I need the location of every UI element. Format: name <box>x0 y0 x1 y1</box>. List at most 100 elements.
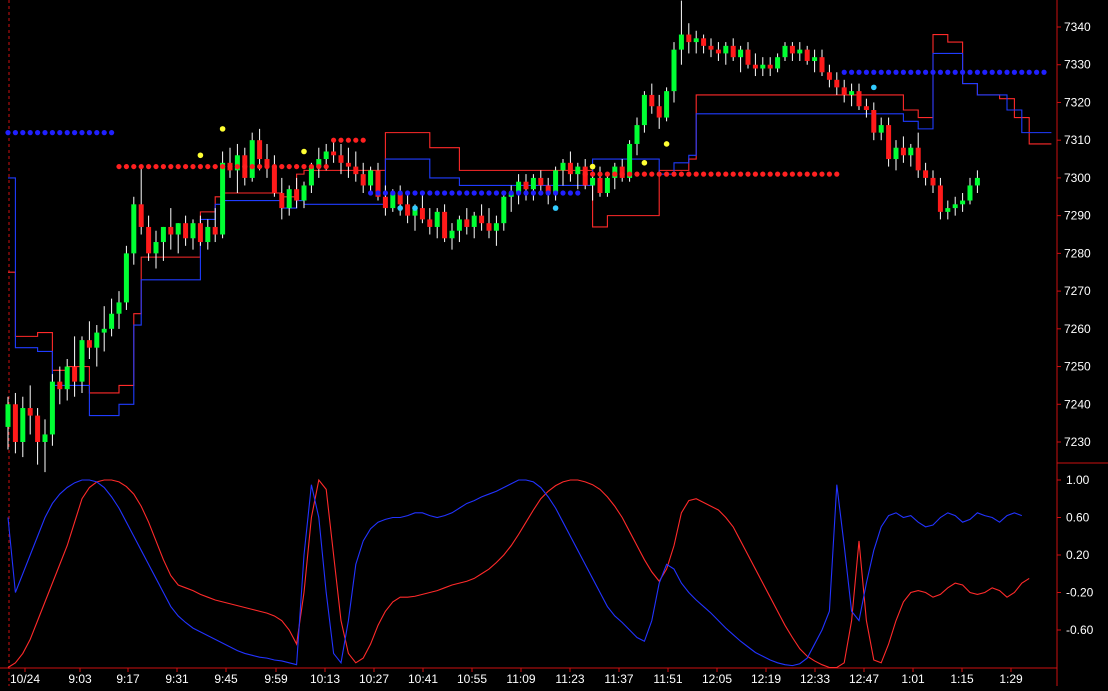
level-dot <box>775 171 781 177</box>
candle-up <box>678 34 684 50</box>
candle-down <box>338 155 344 163</box>
candle-up <box>575 166 581 175</box>
level-dot <box>967 69 973 75</box>
candle-up <box>368 170 374 186</box>
signal-marker <box>871 84 877 91</box>
level-dot <box>57 130 63 136</box>
time-tick-label: 12:33 <box>800 672 830 686</box>
level-dot <box>1026 69 1032 75</box>
candle-up <box>94 332 100 348</box>
level-dot <box>175 163 181 170</box>
level-dot <box>442 190 448 196</box>
level-dot <box>220 163 226 170</box>
candle-down <box>789 45 795 54</box>
level-dot <box>538 190 544 196</box>
level-dot <box>331 137 337 143</box>
level-dot <box>316 163 322 170</box>
level-dot <box>101 130 107 136</box>
level-dot <box>323 163 329 170</box>
price-tick-label: 7340 <box>1064 20 1091 34</box>
level-dot <box>582 171 588 177</box>
candle-down <box>656 106 662 118</box>
level-dot <box>353 137 359 143</box>
oscillator-tick-label: -0.60 <box>1066 623 1094 637</box>
level-dot <box>471 190 477 196</box>
price-tick-label: 7240 <box>1064 397 1091 411</box>
level-dot <box>997 69 1003 75</box>
level-dot <box>368 190 374 196</box>
time-tick-label: 12:05 <box>702 672 732 686</box>
chart-background <box>0 0 1108 686</box>
level-dot <box>183 163 189 170</box>
level-dot <box>871 69 877 75</box>
candle-down <box>937 185 943 212</box>
level-dot <box>257 163 263 170</box>
candle-up <box>20 408 26 442</box>
level-dot <box>701 171 707 177</box>
level-dot <box>641 171 648 177</box>
level-dot <box>738 171 744 177</box>
time-tick-label: 11:51 <box>653 672 682 686</box>
level-dot <box>227 163 233 170</box>
level-dot <box>952 69 958 75</box>
level-dot <box>627 171 633 177</box>
level-dot <box>923 69 929 75</box>
candle-up <box>286 189 292 209</box>
candle-up <box>220 162 226 235</box>
level-dot <box>856 69 862 75</box>
candle-up <box>434 211 440 227</box>
chart-svg: 7340 7330 7320 7310 7300 7290 7280 7270 7260 7250… <box>0 0 1108 686</box>
candle-up <box>109 313 115 329</box>
level-dot <box>863 69 870 75</box>
candle-down <box>442 211 448 239</box>
candle-up <box>952 204 958 209</box>
candle-down <box>479 215 485 224</box>
level-dot <box>390 190 396 196</box>
price-tick-label: 7280 <box>1064 246 1091 260</box>
time-tick-label: 11:37 <box>604 672 633 686</box>
candle-up <box>249 140 255 178</box>
level-dot <box>730 171 736 177</box>
signal-marker <box>412 205 418 211</box>
candle-down <box>567 162 573 175</box>
level-dot <box>72 130 78 136</box>
level-dot <box>575 190 581 196</box>
chart-container: 7340 7330 7320 7310 7300 7290 7280 7270 7260 7250… <box>0 0 1108 686</box>
candle-up <box>849 91 855 95</box>
candle-down <box>486 223 492 231</box>
level-dot <box>308 163 314 170</box>
level-dot <box>686 171 692 177</box>
level-dot <box>745 171 751 177</box>
level-dot <box>338 137 344 143</box>
candle-down <box>360 174 366 186</box>
candle-up <box>449 230 455 239</box>
time-tick-label: 12:19 <box>751 672 781 686</box>
candle-up <box>64 366 70 390</box>
level-dot <box>249 163 255 170</box>
level-dot <box>456 190 462 196</box>
level-dot <box>12 130 18 136</box>
signal-marker <box>219 126 226 132</box>
candle-up <box>79 340 85 382</box>
candle-down <box>841 87 847 95</box>
candle-down <box>12 404 18 442</box>
candle-down <box>826 72 832 80</box>
oscillator-tick-label: 0.20 <box>1066 548 1090 562</box>
candle-up <box>893 147 899 160</box>
candle-up <box>101 328 107 333</box>
candle-up <box>878 125 884 133</box>
level-dot <box>131 163 137 170</box>
level-dot <box>360 137 366 143</box>
level-dot <box>138 163 144 170</box>
time-tick-label: 9:31 <box>165 672 189 686</box>
signal-marker <box>197 152 204 159</box>
candle-up <box>190 223 196 239</box>
level-dot <box>1034 69 1040 75</box>
candle-down <box>701 38 707 46</box>
level-dot <box>1011 69 1018 75</box>
level-dot <box>619 171 625 177</box>
candle-down <box>819 57 825 73</box>
candle-up <box>738 49 744 58</box>
time-tick-label: 12:47 <box>849 672 879 686</box>
time-tick-label: 10:13 <box>310 672 340 686</box>
